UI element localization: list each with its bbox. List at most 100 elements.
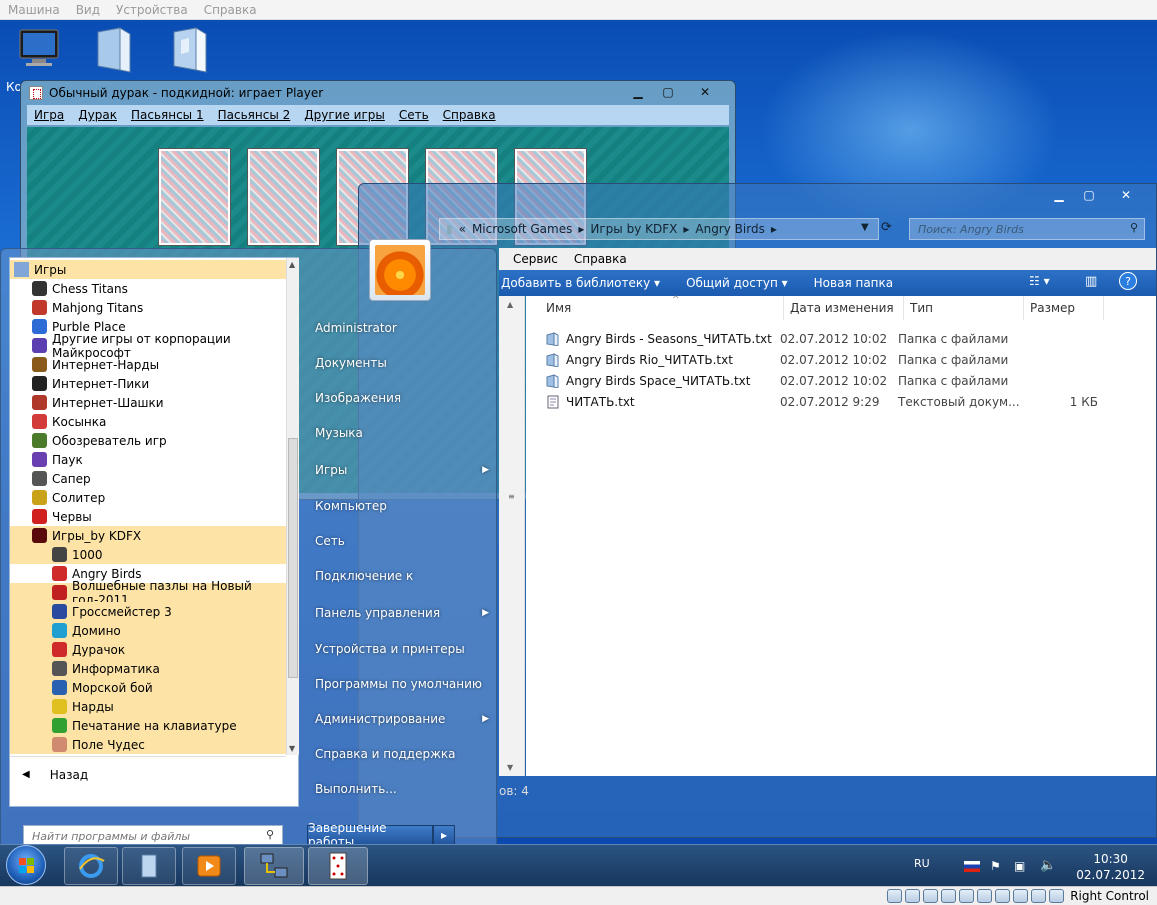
address-bar[interactable]: ▮ « Microsoft Games ▸ Игры by KDFX ▸ Angry Bir… (439, 218, 879, 240)
program-item[interactable]: Chess Titans (10, 279, 286, 298)
explorer-menu-item[interactable]: Справка (574, 252, 627, 266)
network-icon[interactable]: ▣ (1014, 859, 1025, 873)
start-link[interactable]: Подключение к (315, 563, 493, 589)
usb-icon[interactable] (923, 889, 939, 903)
search-icon[interactable]: ⚲ (1130, 221, 1138, 234)
file-row[interactable]: Angry Birds Rio_ЧИТАТЬ.txt 02.07.2012 10:… (526, 349, 1156, 370)
start-link[interactable]: Компьютер (315, 493, 493, 519)
durak-menu-item[interactable]: Дурак (78, 108, 117, 122)
clock[interactable]: 10:30 02.07.2012 (1076, 851, 1145, 883)
maximize-button[interactable]: ▢ (653, 83, 683, 101)
breadcrumb-segment[interactable]: « (459, 222, 466, 236)
program-item[interactable]: Информатика (10, 659, 286, 678)
start-link[interactable]: Справка и поддержка (315, 741, 493, 767)
file-icon[interactable] (90, 26, 138, 74)
host-menu-item[interactable]: Вид (76, 3, 100, 17)
search-input[interactable]: Поиск: Angry Birds ⚲ (909, 218, 1145, 240)
file-list[interactable]: Имя Дата изменения Тип Размер ^ Angry Birds … (526, 295, 1156, 776)
program-item[interactable]: Обозреватель игр (10, 431, 286, 450)
toolbar-button[interactable]: Добавить в библиотеку ▾ (501, 276, 660, 290)
user-picture[interactable] (369, 239, 431, 301)
start-link[interactable]: Администрирование ▶ (315, 706, 493, 732)
shutdown-options-arrow-icon[interactable]: ▸ (433, 825, 455, 844)
column-header[interactable]: Дата изменения (784, 296, 904, 320)
program-item[interactable]: Гроссмейстер 3 (10, 602, 286, 621)
file-row[interactable]: Angry Birds - Seasons_ЧИТАТЬ.txt 02.07.20… (526, 328, 1156, 349)
column-header[interactable]: Размер (1024, 296, 1104, 320)
host-menu-item[interactable]: Справка (204, 3, 257, 17)
program-item[interactable]: Другие игры от корпорации Майкрософт (10, 332, 286, 360)
program-item[interactable]: Интернет-Пики (10, 374, 286, 393)
shutdown-button[interactable]: Завершение работы (307, 821, 433, 844)
start-link[interactable]: Программы по умолчанию (315, 671, 493, 697)
refresh-icon[interactable]: ⟳ (881, 220, 892, 235)
volume-icon[interactable]: 🔈 (1040, 858, 1056, 873)
start-link[interactable]: Сеть (315, 528, 493, 554)
program-item[interactable]: Червы (10, 507, 286, 526)
durak-app-icon[interactable] (308, 847, 368, 885)
durak-menu-item[interactable]: Справка (443, 108, 496, 122)
start-link[interactable]: Изображения (315, 385, 493, 411)
breadcrumb-segment[interactable]: Angry Birds (695, 222, 764, 236)
program-item[interactable]: Морской бой (10, 678, 286, 697)
card-back[interactable] (159, 149, 230, 245)
program-item[interactable]: 1000 (10, 545, 286, 564)
program-item[interactable]: Домино (10, 621, 286, 640)
close-button[interactable]: ✕ (1104, 186, 1148, 204)
host-key-icon[interactable] (1049, 889, 1065, 903)
breadcrumb-segment[interactable]: ▸ (578, 222, 584, 236)
program-item[interactable]: Mahjong Titans (10, 298, 286, 317)
address-dropdown-icon[interactable]: ▼ (861, 222, 869, 233)
start-link[interactable]: Панель управления ▶ (315, 600, 493, 626)
start-button[interactable] (6, 845, 46, 885)
file-row[interactable]: ЧИТАТЬ.txt 02.07.2012 9:29 Текстовый докум… (526, 391, 1156, 412)
action-center-icon[interactable]: ⚑ (990, 859, 1001, 873)
navigation-pane-scrollbar[interactable]: ▲ ≡ ▼ (499, 296, 525, 776)
scroll-thumb[interactable] (288, 438, 298, 678)
minimize-button[interactable]: ▁ (1044, 186, 1074, 204)
column-header[interactable]: Имя (526, 296, 784, 320)
host-menu-item[interactable]: Устройства (116, 3, 188, 17)
close-button[interactable]: ✕ (683, 83, 727, 101)
guest-additions-icon[interactable] (1013, 889, 1029, 903)
internet-explorer-icon[interactable] (64, 847, 118, 885)
back-button[interactable]: ◀ Назад (10, 756, 286, 792)
program-item[interactable]: Интернет-Шашки (10, 393, 286, 412)
program-item[interactable]: Солитер (10, 488, 286, 507)
program-item[interactable]: Косынка (10, 412, 286, 431)
breadcrumb-segment[interactable]: ▸ (771, 222, 777, 236)
hdd-icon[interactable] (887, 889, 903, 903)
breadcrumb-segment[interactable]: Игры by KDFX (590, 222, 677, 236)
explorer-icon[interactable] (122, 847, 176, 885)
network-app-icon[interactable] (244, 847, 304, 885)
durak-menu-item[interactable]: Другие игры (304, 108, 385, 122)
start-link[interactable]: Выполнить... (315, 776, 493, 802)
shared-folder-icon[interactable] (941, 889, 957, 903)
preview-pane-icon[interactable]: ▥ (1085, 274, 1097, 289)
breadcrumb-segment[interactable]: Microsoft Games (472, 222, 572, 236)
program-item[interactable]: Сапер (10, 469, 286, 488)
video-capture-icon[interactable] (995, 889, 1011, 903)
folder-icon[interactable] (166, 26, 214, 74)
durak-menu-item[interactable]: Игра (34, 108, 64, 122)
minimize-button[interactable]: ▁ (623, 83, 653, 101)
program-item[interactable]: Интернет-Нарды (10, 355, 286, 374)
view-options-icon[interactable]: ☷ ▾ (1029, 274, 1050, 288)
explorer-menu-item[interactable]: Сервис (513, 252, 558, 266)
program-item[interactable]: Печатание на клавиатуре (10, 716, 286, 735)
program-item[interactable]: Поле Чудес (10, 735, 286, 754)
toolbar-button[interactable]: Общий доступ ▾ (686, 276, 788, 290)
maximize-button[interactable]: ▢ (1074, 186, 1104, 204)
column-header[interactable]: Тип (904, 296, 1024, 320)
program-item[interactable]: Игры_by KDFX (10, 526, 286, 545)
host-menu-item[interactable]: Машина (8, 3, 60, 17)
program-item[interactable]: Дурачок (10, 640, 286, 659)
help-icon[interactable]: ? (1119, 272, 1137, 290)
file-row[interactable]: Angry Birds Space_ЧИТАТЬ.txt 02.07.2012 1… (526, 370, 1156, 391)
program-item[interactable]: Игры (10, 260, 286, 279)
toolbar-button[interactable]: Новая папка (814, 276, 893, 290)
programs-scrollbar[interactable]: ▲ ▼ (286, 258, 299, 755)
card-back[interactable] (248, 149, 319, 245)
start-link[interactable]: Музыка (315, 420, 493, 446)
search-icon[interactable]: ⚲ (266, 828, 274, 841)
